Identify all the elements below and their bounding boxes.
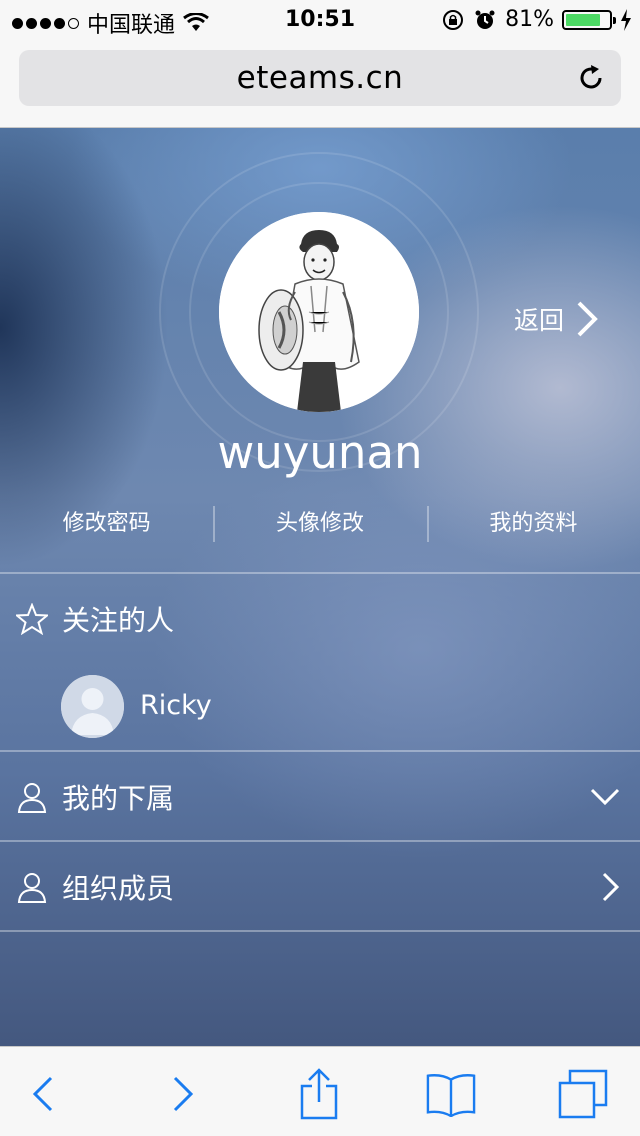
battery-icon [562,9,616,30]
chevron-right-icon [577,301,598,337]
default-avatar-icon [61,675,124,738]
profile-actions: 修改密码 头像修改 我的资料 [0,506,640,542]
org-members-label: 组织成员 [62,872,175,905]
change-avatar-button[interactable]: 头像修改 [213,506,426,542]
following-label: 关注的人 [62,604,175,637]
person-icon [17,783,47,813]
divider [0,930,640,932]
share-icon [300,1068,338,1120]
change-password-button[interactable]: 修改密码 [0,506,213,542]
tabs-icon [558,1069,608,1119]
avatar-illustration [219,212,419,412]
subordinates-label: 我的下属 [62,782,175,815]
battery-fill [566,13,601,26]
section-subordinates[interactable]: 我的下属 [0,752,640,842]
forward-button[interactable] [158,1069,208,1119]
url-text[interactable]: eteams.cn [237,60,404,96]
avatar [61,675,124,738]
profile-page: 返回 wuyunan 修改密码 头像修改 我的资料 关注的人 Ricky 我的下… [0,128,640,1046]
bookmarks-icon [426,1074,476,1117]
back-button[interactable] [18,1069,68,1119]
chevron-right-icon [602,872,620,902]
back-icon [32,1076,53,1112]
status-right: 81% [441,7,632,32]
reload-icon[interactable] [575,62,607,94]
back-link[interactable]: 返回 [514,300,598,338]
browser-toolbar [0,1046,640,1136]
list-item[interactable]: Ricky [0,668,640,748]
section-org-members[interactable]: 组织成员 [0,842,640,932]
orientation-lock-icon [443,9,464,30]
address-bar[interactable]: eteams.cn [19,50,621,106]
person-name: Ricky [140,690,212,721]
profile-avatar[interactable] [219,212,419,412]
forward-icon [173,1076,194,1112]
share-button[interactable] [294,1068,344,1120]
bookmarks-button[interactable] [426,1069,476,1119]
person-icon [17,873,47,903]
back-label: 返回 [514,306,565,335]
chevron-down-icon [590,788,620,806]
browser-address-area: eteams.cn [0,40,640,128]
tabs-button[interactable] [558,1069,608,1119]
battery-percent: 81% [505,7,554,32]
alarm-icon [475,10,495,29]
status-bar: 中国联通 10:51 81% [0,0,640,40]
charging-bolt-icon [621,8,631,31]
section-following[interactable]: 关注的人 [0,574,640,664]
my-profile-button[interactable]: 我的资料 [426,506,640,542]
username: wuyunan [217,426,423,479]
star-icon [16,603,48,635]
